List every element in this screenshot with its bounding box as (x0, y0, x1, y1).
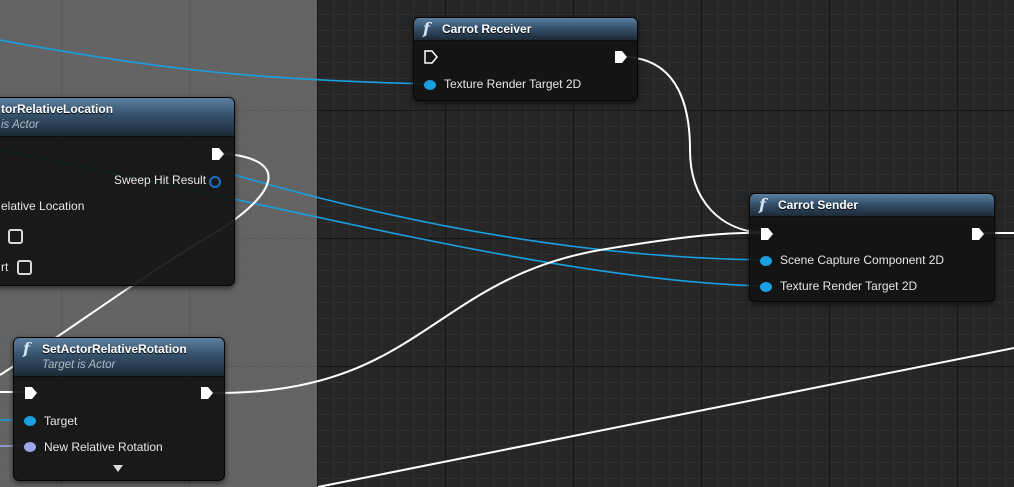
carrot-sender-node[interactable]: f Carrot Sender Scene Capture Component … (749, 193, 995, 302)
node-title: Carrot Sender (778, 198, 859, 212)
exec-out-pin[interactable] (200, 386, 214, 400)
node-header: f Carrot Sender (750, 194, 994, 217)
exec-in-pin[interactable] (760, 227, 774, 241)
set-actor-relative-location-node[interactable]: torRelativeLocation is Actor Sweep Hit R… (0, 97, 235, 286)
wire-long-diagonal (317, 347, 1014, 487)
node-title: Carrot Receiver (442, 22, 532, 36)
node-subtitle: is Actor (1, 119, 39, 131)
sweep-checkbox[interactable] (8, 229, 23, 244)
exec-in-pin[interactable] (424, 50, 438, 64)
texture-render-target-label: Texture Render Target 2D (444, 77, 582, 91)
node-header: f Carrot Receiver (414, 18, 637, 41)
exec-out-pin[interactable] (971, 227, 985, 241)
node-title: SetActorRelativeRotation (42, 342, 187, 356)
teleport-label: rt (1, 260, 9, 274)
texture-render-target-pin[interactable] (760, 282, 772, 292)
texture-render-target-pin[interactable] (424, 80, 436, 90)
teleport-checkbox[interactable] (17, 260, 32, 275)
node-header: f SetActorRelativeRotation Target is Act… (14, 338, 224, 377)
exec-in-pin[interactable] (24, 386, 38, 400)
sweep-hit-result-label: Sweep Hit Result (114, 173, 207, 187)
target-label: Target (44, 414, 78, 428)
node-subtitle: Target is Actor (42, 359, 116, 371)
carrot-receiver-node[interactable]: f Carrot Receiver Texture Render Target … (413, 17, 638, 101)
exec-out-pin[interactable] (211, 147, 225, 161)
node-header: torRelativeLocation is Actor (0, 98, 234, 137)
expand-arrow-icon[interactable] (113, 465, 123, 472)
scene-capture-pin[interactable] (760, 256, 772, 266)
scene-capture-label: Scene Capture Component 2D (780, 253, 945, 267)
node-title: torRelativeLocation (1, 102, 114, 116)
texture-render-target-label: Texture Render Target 2D (780, 279, 918, 293)
wire-receiver-to-sender (626, 56, 767, 234)
function-icon: f (759, 195, 766, 214)
exec-out-pin[interactable] (614, 50, 628, 64)
target-pin[interactable] (24, 416, 36, 426)
set-actor-relative-rotation-node[interactable]: f SetActorRelativeRotation Target is Act… (13, 337, 225, 481)
function-icon: f (23, 339, 30, 358)
new-relative-rotation-label: New Relative Rotation (44, 440, 163, 454)
new-relative-rotation-pin[interactable] (24, 442, 36, 452)
new-relative-location-label: elative Location (1, 199, 85, 213)
function-icon: f (423, 19, 430, 38)
sweep-hit-result-pin[interactable] (209, 176, 221, 188)
